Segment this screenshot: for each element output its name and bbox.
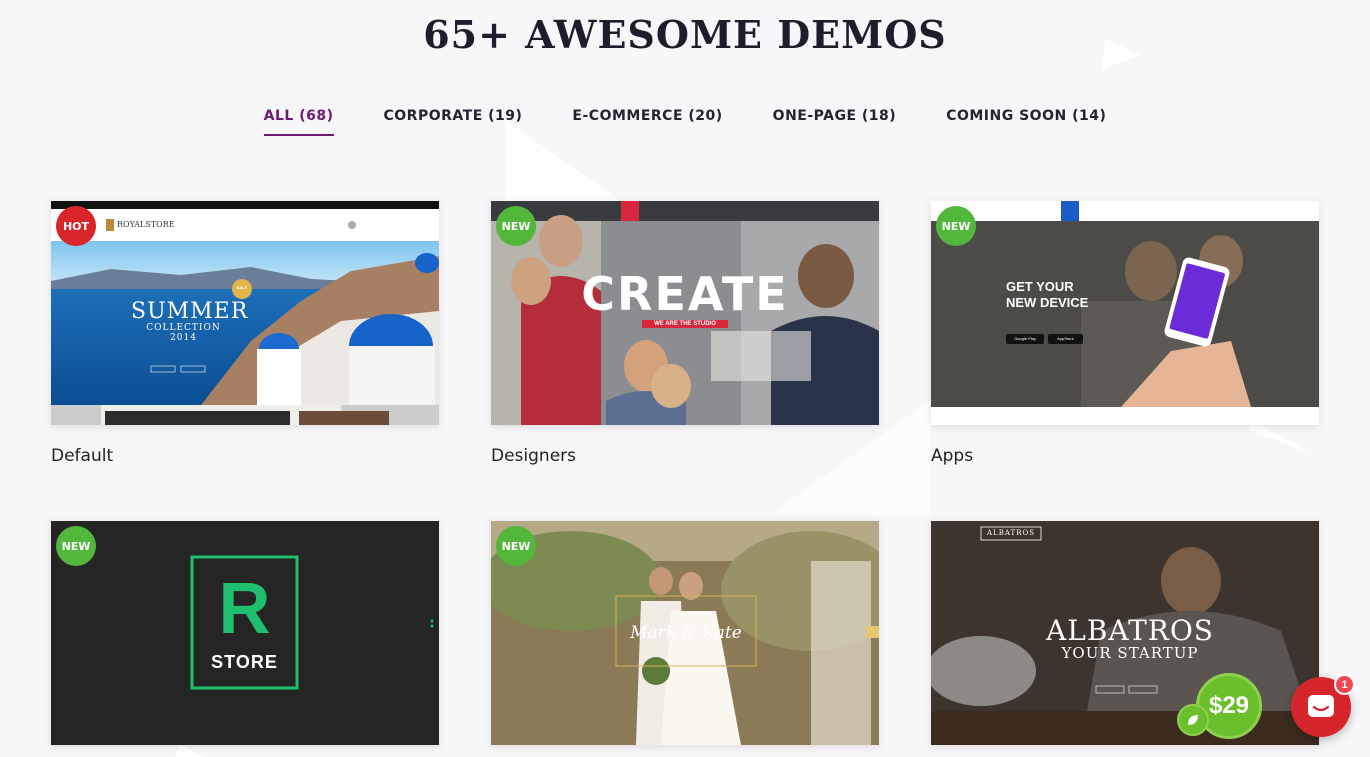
demo-title[interactable]: Default <box>51 446 113 466</box>
demo-title[interactable]: Designers <box>491 446 576 466</box>
thumb-subline: WE ARE THE STUDIO <box>642 320 728 328</box>
thumb-headline: SUMMER <box>131 299 249 324</box>
thumb-logo: ROYALSTORE <box>117 220 175 229</box>
tab-corporate[interactable]: CORPORATE (19) <box>384 108 523 136</box>
app-store-badge: AppStore <box>1057 336 1074 341</box>
thumb-logo: ALBATROS <box>987 529 1035 537</box>
tab-one-page[interactable]: ONE-PAGE (18) <box>773 108 897 136</box>
leaf-icon <box>1177 704 1209 736</box>
chat-unread-count: 1 <box>1334 674 1355 695</box>
page-title: 65+ AWESOME DEMOS <box>423 12 947 57</box>
thumb-headline: ALBATROS <box>1046 614 1214 647</box>
apps-device-photo <box>931 201 1319 425</box>
rstore-logo-letter: R <box>218 569 271 649</box>
new-badge: NEW <box>496 526 536 566</box>
thumb-subline: YOUR STARTUP <box>1061 644 1199 662</box>
tab-coming-soon[interactable]: COMING SOON (14) <box>946 108 1106 136</box>
demo-thumbnail-default[interactable]: ROYALSTORE SUMMER COLLECTION 2014 SALE <box>51 201 439 425</box>
thumb-headline: GET YOUR <box>1006 279 1074 294</box>
demo-filter-tabs: ALL (68) CORPORATE (19) E-COMMERCE (20) … <box>0 108 1370 136</box>
demo-thumbnail-apps[interactable]: GET YOUR NEW DEVICE Google Play AppStore <box>931 201 1319 425</box>
rstore-logo-word: STORE <box>211 652 278 672</box>
thumb-headline-2: NEW DEVICE <box>1006 295 1089 310</box>
thumb-headline: Mark & Kate <box>630 623 742 643</box>
demo-thumbnail-rstore[interactable]: R STORE <box>51 521 439 745</box>
new-badge: NEW <box>496 206 536 246</box>
thumb-headline: CREATE <box>581 267 789 321</box>
tab-all[interactable]: ALL (68) <box>263 108 334 136</box>
demo-title[interactable]: Apps <box>931 446 973 466</box>
hot-badge: HOT <box>56 206 96 246</box>
tab-e-commerce[interactable]: E-COMMERCE (20) <box>572 108 722 136</box>
new-badge: NEW <box>936 206 976 246</box>
chat-icon <box>1308 695 1334 717</box>
new-badge: NEW <box>56 526 96 566</box>
thumb-sale-tag: SALE <box>236 285 248 290</box>
thumb-subline: COLLECTION 2014 <box>146 323 221 343</box>
price-label: $29 <box>1208 692 1250 719</box>
google-play-badge: Google Play <box>1014 336 1036 341</box>
demo-thumbnail-designers[interactable]: CREATE WE ARE THE STUDIO <box>491 201 879 425</box>
demo-thumbnail-wedding[interactable]: Mark & Kate <box>491 521 879 745</box>
